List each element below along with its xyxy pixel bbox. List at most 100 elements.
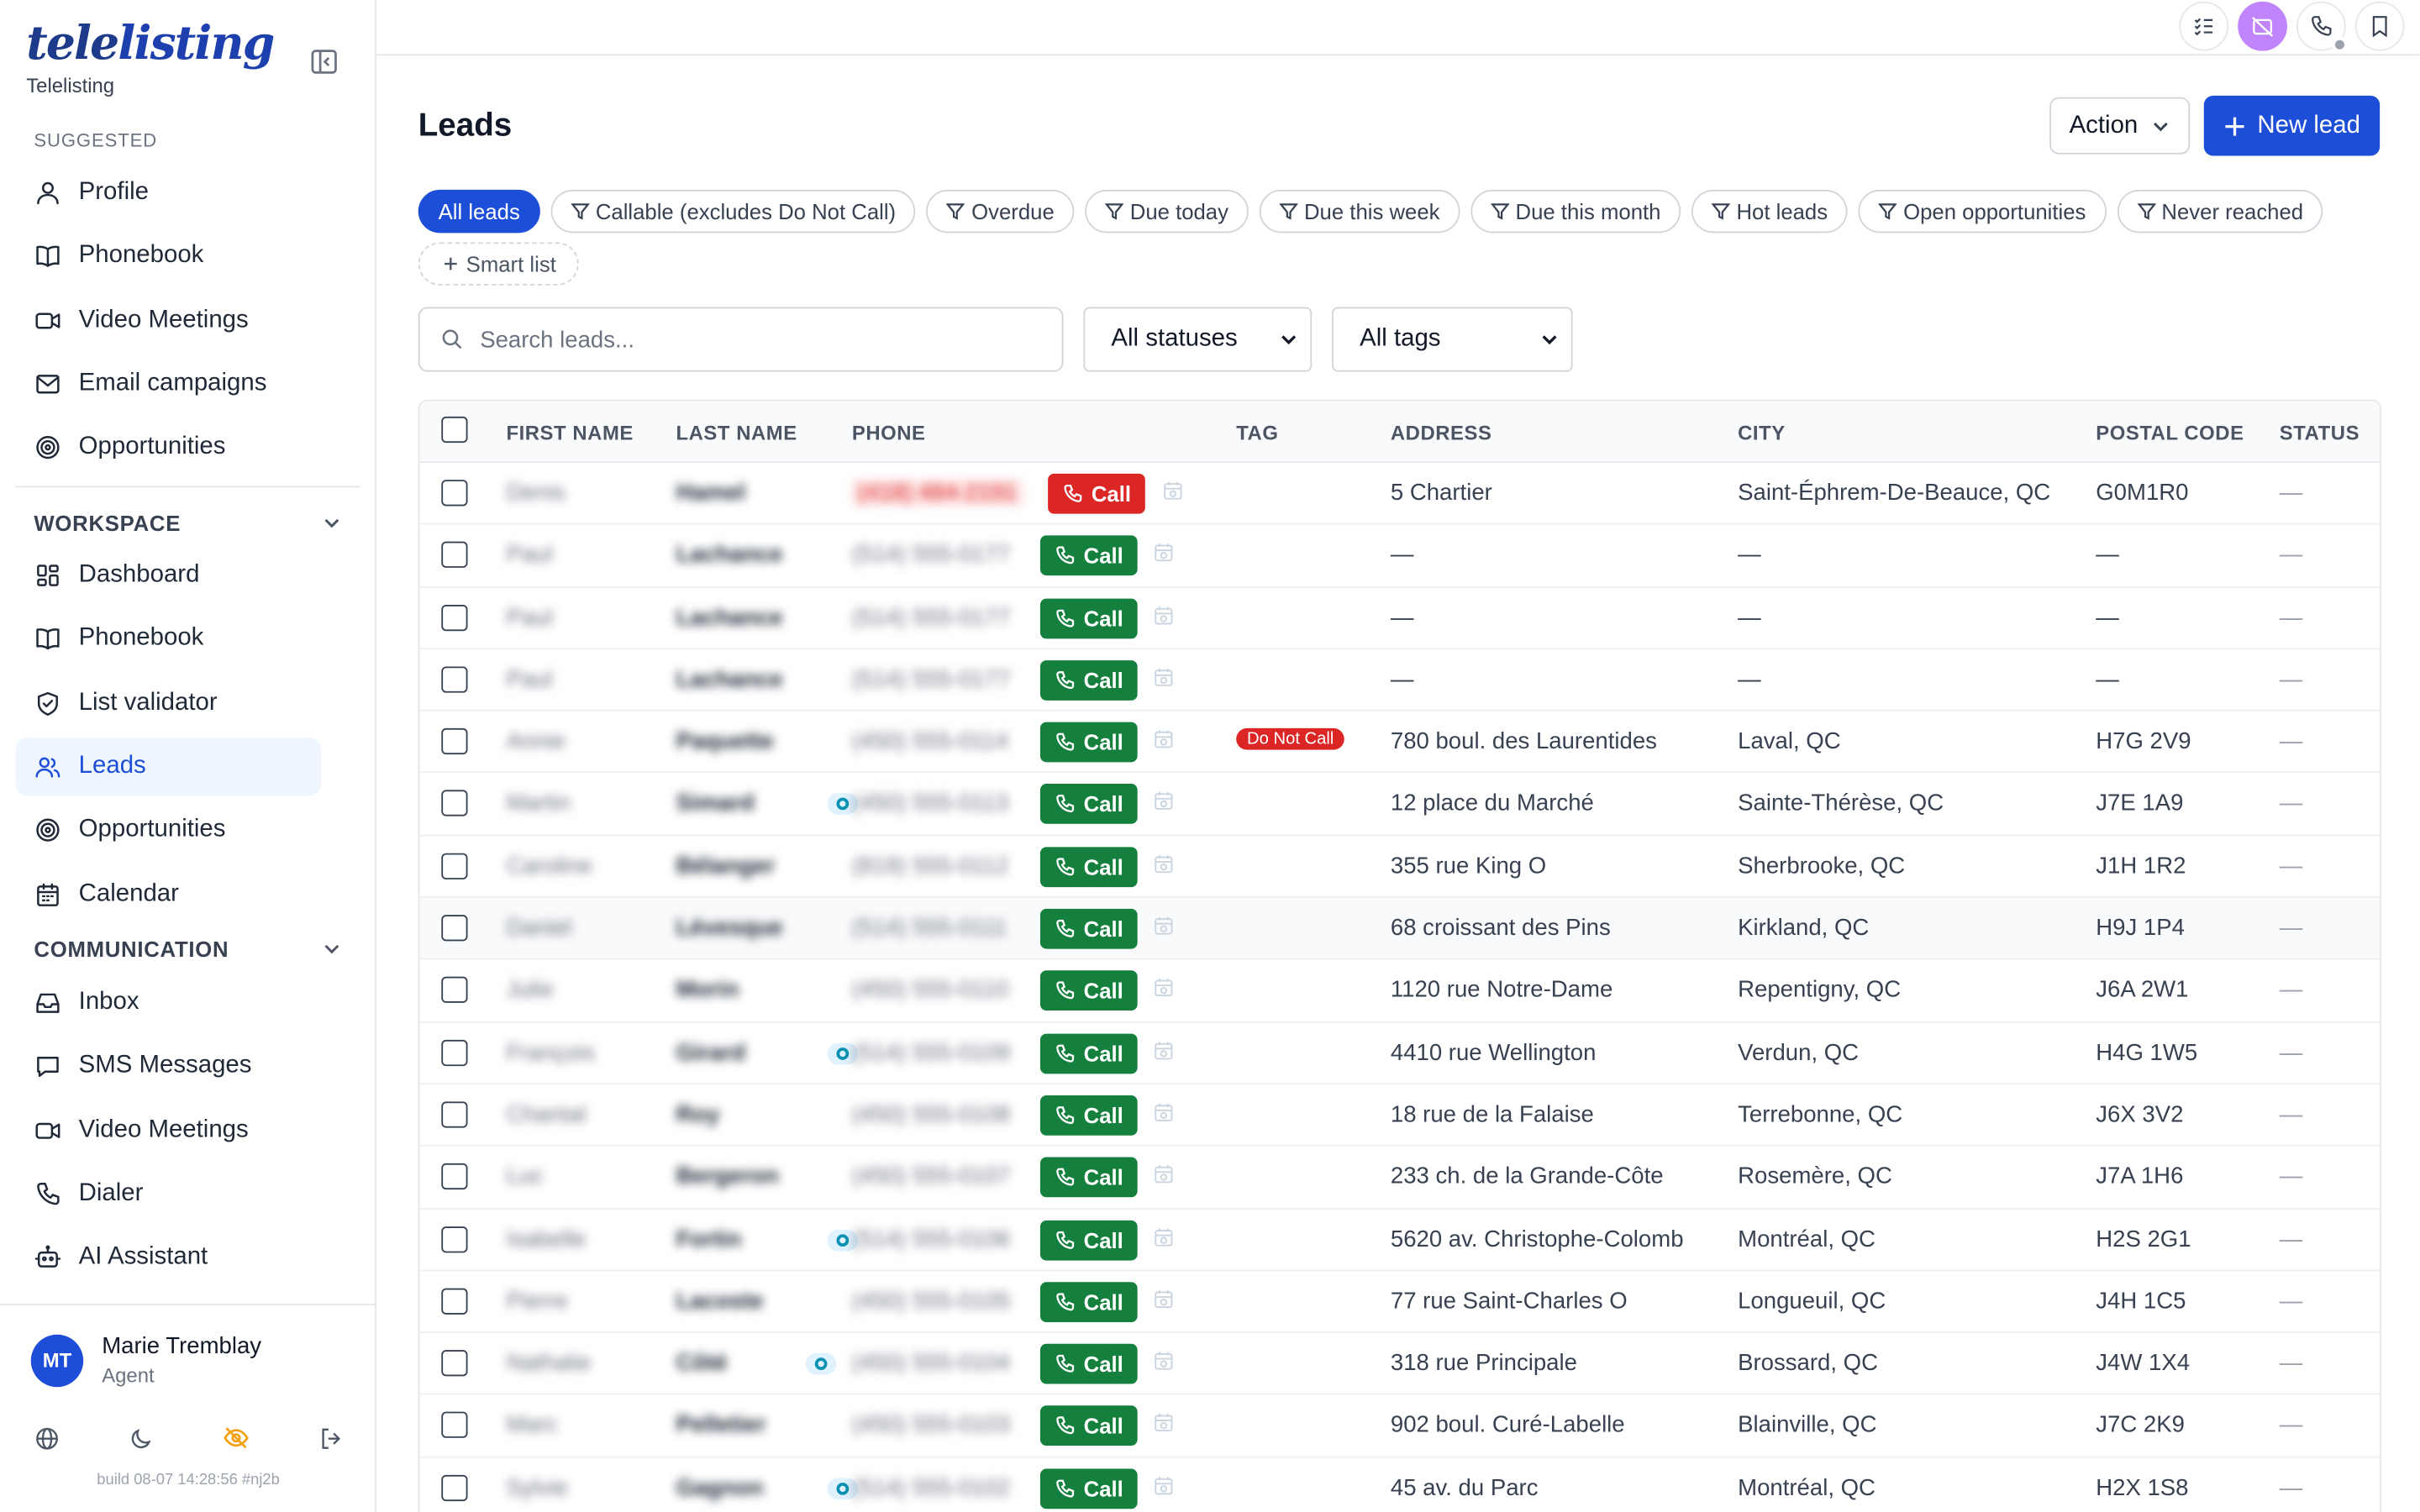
table-row[interactable]: Martin Simard (450) 555-0113 Call 12 plac… bbox=[419, 774, 2381, 837]
call-button[interactable]: Call bbox=[1039, 1468, 1138, 1509]
schedule-callback-icon[interactable] bbox=[1153, 1163, 1175, 1185]
phone-cell[interactable]: (418) 484-2191 bbox=[851, 480, 1023, 507]
call-button[interactable]: Call bbox=[1039, 1095, 1138, 1136]
call-button[interactable]: Call bbox=[1039, 535, 1138, 576]
header-last-name[interactable]: LAST NAME bbox=[676, 421, 797, 444]
first-name-cell[interactable]: Nathalie bbox=[506, 1350, 591, 1376]
table-row[interactable]: Denis Hamel (418) 484-2191 Call 5 Chartie… bbox=[419, 463, 2381, 526]
sidebar-item-video-meetings[interactable]: Video Meetings bbox=[15, 291, 321, 349]
table-row[interactable]: Caroline Bélanger (819) 555-0112 Call 355… bbox=[419, 836, 2381, 899]
first-name-cell[interactable]: Paul bbox=[506, 604, 552, 630]
row-checkbox[interactable] bbox=[441, 1101, 468, 1128]
last-name-cell[interactable]: Gagnon bbox=[676, 1474, 763, 1500]
table-row[interactable]: Julie Morin (450) 555-0110 Call 1120 rue … bbox=[419, 960, 2381, 1023]
first-name-cell[interactable]: Luc bbox=[506, 1163, 543, 1189]
schedule-callback-icon[interactable] bbox=[1153, 977, 1175, 999]
table-row[interactable]: Pierre Lacoste (450) 555-0105 Call 77 rue… bbox=[419, 1271, 2381, 1334]
phone-cell[interactable]: (450) 555-0108 bbox=[852, 1101, 1010, 1127]
schedule-callback-icon[interactable] bbox=[1153, 853, 1175, 874]
table-row[interactable]: Paul Lachance (514) 555-0177 Call — — — — bbox=[419, 587, 2381, 650]
row-checkbox[interactable] bbox=[441, 1163, 468, 1190]
row-checkbox[interactable] bbox=[441, 604, 468, 631]
last-name-cell[interactable]: Lévesque bbox=[676, 915, 782, 941]
call-button[interactable]: Call bbox=[1039, 846, 1138, 887]
brand[interactable]: telelisting Telelisting bbox=[26, 18, 275, 97]
first-name-cell[interactable]: Sylvie bbox=[506, 1474, 567, 1500]
status-select[interactable]: All statuses bbox=[1083, 307, 1313, 372]
table-row[interactable]: Marc Pelletier (450) 555-0103 Call 902 bo… bbox=[419, 1395, 2381, 1458]
sidebar-item-list-validator[interactable]: List validator bbox=[15, 674, 321, 732]
row-checkbox[interactable] bbox=[441, 977, 468, 1004]
last-name-cell[interactable]: Paquette bbox=[676, 728, 773, 754]
last-name-cell[interactable]: Bélanger bbox=[676, 853, 775, 879]
action-button[interactable]: Action bbox=[2049, 97, 2191, 155]
table-row[interactable]: Paul Lachance (514) 555-0177 Call — — — — bbox=[419, 649, 2381, 712]
sidebar-item-phonebook[interactable]: Phonebook bbox=[15, 228, 321, 286]
first-name-cell[interactable]: Marc bbox=[506, 1412, 557, 1438]
filter-chip-due-this-week[interactable]: Due this week bbox=[1259, 189, 1460, 234]
collapse-sidebar-icon[interactable] bbox=[308, 46, 339, 77]
schedule-callback-icon[interactable] bbox=[1153, 1350, 1175, 1372]
phone-cell[interactable]: (450) 555-0105 bbox=[852, 1288, 1010, 1314]
call-button[interactable]: Call bbox=[1039, 659, 1138, 701]
last-name-cell[interactable]: Simard bbox=[676, 790, 754, 816]
table-row[interactable]: Daniel Lévesque (514) 555-0111 Call 68 cr… bbox=[419, 898, 2381, 961]
filter-chip-due-this-month[interactable]: Due this month bbox=[1470, 189, 1681, 234]
phone-cell[interactable]: (514) 555-0177 bbox=[852, 604, 1010, 630]
logout-icon[interactable] bbox=[316, 1422, 347, 1453]
call-button[interactable]: Call bbox=[1039, 1220, 1138, 1260]
header-address[interactable]: ADDRESS bbox=[1391, 421, 1492, 444]
first-name-cell[interactable]: Paul bbox=[506, 666, 552, 692]
table-row[interactable]: Nathalie Côté (450) 555-0104 Call 318 rue… bbox=[419, 1333, 2381, 1396]
last-name-cell[interactable]: Lachance bbox=[676, 542, 782, 568]
search-box[interactable] bbox=[418, 307, 1064, 372]
schedule-callback-icon[interactable] bbox=[1153, 915, 1175, 937]
phone-cell[interactable]: (450) 555-0103 bbox=[852, 1412, 1010, 1438]
first-name-cell[interactable]: François bbox=[506, 1039, 595, 1065]
sidebar-item-dashboard[interactable]: Dashboard bbox=[15, 546, 321, 605]
last-name-cell[interactable]: Lachance bbox=[676, 666, 782, 692]
sidebar-item-dialer[interactable]: Dialer bbox=[15, 1165, 321, 1224]
row-checkbox[interactable] bbox=[441, 1226, 468, 1252]
table-row[interactable]: Sylvie Gagnon (514) 555-0102 Call 45 av. … bbox=[420, 1457, 2381, 1512]
telelisting-logo[interactable]: telelisting bbox=[26, 18, 275, 71]
communication-header[interactable]: COMMUNICATION bbox=[34, 937, 341, 961]
last-name-cell[interactable]: Côté bbox=[676, 1350, 727, 1376]
add-smart-list-button[interactable]: Smart list bbox=[418, 242, 580, 286]
call-button[interactable]: Call bbox=[1048, 473, 1145, 514]
filter-chip-overdue[interactable]: Overdue bbox=[926, 189, 1075, 234]
row-checkbox[interactable] bbox=[441, 1474, 468, 1501]
filter-chip-callable-excludes-do-not-call[interactable]: Callable (excludes Do Not Call) bbox=[550, 189, 916, 234]
search-input[interactable] bbox=[480, 326, 1036, 353]
phone-cell[interactable]: (819) 555-0112 bbox=[852, 853, 1008, 879]
last-name-cell[interactable]: Lachance bbox=[676, 604, 782, 630]
row-checkbox[interactable] bbox=[441, 1412, 468, 1439]
workspace-header[interactable]: WORKSPACE bbox=[34, 511, 341, 535]
last-name-cell[interactable]: Hamel bbox=[676, 480, 745, 506]
row-checkbox[interactable] bbox=[441, 1288, 468, 1315]
first-name-cell[interactable]: Denis bbox=[506, 480, 565, 506]
first-name-cell[interactable]: Pierre bbox=[506, 1288, 567, 1314]
schedule-callback-icon[interactable] bbox=[1153, 1039, 1175, 1061]
schedule-callback-icon[interactable] bbox=[1153, 1474, 1175, 1496]
select-all-checkbox[interactable] bbox=[441, 416, 468, 444]
schedule-callback-icon[interactable] bbox=[1153, 1412, 1175, 1434]
schedule-callback-icon[interactable] bbox=[1153, 542, 1175, 564]
phone-cell[interactable]: (450) 555-0114 bbox=[852, 728, 1008, 754]
schedule-callback-icon[interactable] bbox=[1153, 1288, 1175, 1310]
row-checkbox[interactable] bbox=[441, 480, 468, 507]
bookmark-icon[interactable] bbox=[2354, 1, 2405, 51]
call-button[interactable]: Call bbox=[1039, 784, 1138, 825]
sidebar-item-email-campaigns[interactable]: Email campaigns bbox=[15, 354, 321, 413]
call-button[interactable]: Call bbox=[1039, 970, 1138, 1011]
row-checkbox[interactable] bbox=[441, 1039, 468, 1066]
call-button[interactable]: Call bbox=[1039, 1406, 1138, 1446]
table-row[interactable]: Luc Bergeron (450) 555-0107 Call 233 ch. … bbox=[419, 1147, 2381, 1210]
schedule-callback-icon[interactable] bbox=[1162, 480, 1184, 501]
schedule-callback-icon[interactable] bbox=[1153, 1101, 1175, 1123]
call-button[interactable]: Call bbox=[1039, 722, 1138, 763]
call-button[interactable]: Call bbox=[1039, 908, 1138, 949]
phone-cell[interactable]: (450) 555-0107 bbox=[852, 1163, 1010, 1189]
sidebar-item-leads[interactable]: Leads bbox=[15, 737, 322, 796]
row-checkbox[interactable] bbox=[441, 915, 468, 942]
